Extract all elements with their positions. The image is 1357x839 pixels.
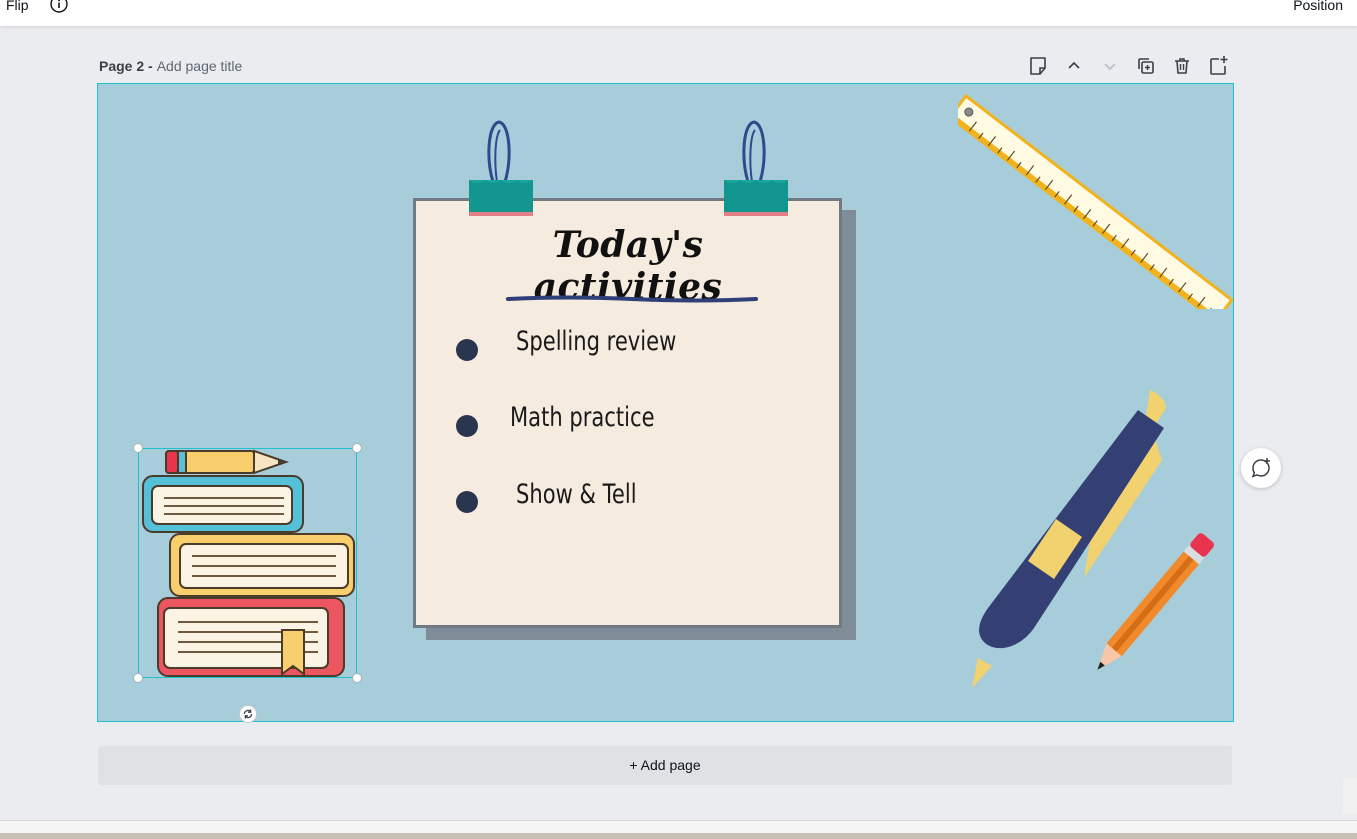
binder-clip-icon[interactable] [466, 118, 536, 216]
flip-button[interactable]: Flip [6, 0, 29, 13]
binder-clip-icon[interactable] [721, 118, 791, 216]
page-title: Page 2 - Add page title [99, 58, 242, 74]
activity-item[interactable]: Spelling review [516, 326, 676, 357]
headline-underline [506, 295, 758, 303]
duplicate-page-icon[interactable] [1134, 54, 1158, 78]
pencil-icon[interactable] [1068, 524, 1228, 709]
bullet-icon [456, 491, 478, 513]
page-number-label: Page 2 - [99, 58, 153, 74]
notes-icon[interactable] [1026, 54, 1050, 78]
move-down-icon[interactable] [1098, 54, 1122, 78]
position-button[interactable]: Position [1293, 0, 1343, 13]
add-comment-icon[interactable] [1241, 448, 1281, 488]
top-toolbar: Flip Position [0, 0, 1357, 26]
resize-handle-bottom-left[interactable] [133, 673, 143, 683]
bullet-icon [456, 415, 478, 437]
selection-box [138, 448, 357, 678]
resize-handle-top-left[interactable] [133, 443, 143, 453]
page-title-input[interactable]: Add page title [157, 58, 243, 74]
ruler-icon[interactable] [958, 84, 1233, 309]
bullet-icon [456, 339, 478, 361]
delete-page-icon[interactable] [1170, 54, 1194, 78]
activity-item[interactable]: Show & Tell [516, 479, 637, 510]
rotate-icon[interactable] [239, 705, 257, 723]
info-icon[interactable] [50, 0, 68, 13]
resize-handle-top-right[interactable] [352, 443, 362, 453]
resize-handle-bottom-right[interactable] [352, 673, 362, 683]
scrollbar-thumb[interactable] [1343, 778, 1357, 814]
add-page-icon[interactable] [1206, 54, 1230, 78]
add-page-button[interactable]: + Add page [98, 746, 1232, 785]
bottom-strip [0, 820, 1357, 839]
move-up-icon[interactable] [1062, 54, 1086, 78]
activity-item[interactable]: Math practice [510, 402, 655, 433]
